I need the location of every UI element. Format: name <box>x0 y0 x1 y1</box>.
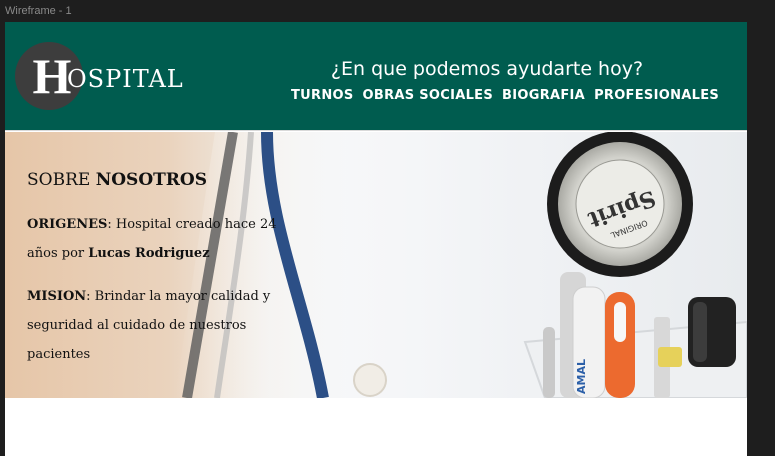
about-title-light: SOBRE <box>27 170 96 190</box>
site-header: H OSPITAL ¿En que podemos ayudarte hoy? … <box>5 22 747 131</box>
about-section: SOBRE NOSOTROS ORIGENES: Hospital creado… <box>27 170 287 383</box>
founder-name: Lucas Rodriguez <box>88 246 210 261</box>
frame-label: Wireframe - 1 <box>5 5 72 17</box>
about-title-bold: NOSOTROS <box>95 170 207 190</box>
origins-label: ORIGENES <box>27 217 108 232</box>
nav-item-turnos[interactable]: TURNOS <box>291 88 354 103</box>
hero-banner: Spirit ORIGINAL AMAL SOBRE NOSOTROS ORIG… <box>5 132 747 398</box>
help-heading: ¿En que podemos ayudarte hoy? <box>330 58 644 80</box>
wireframe-canvas: H OSPITAL ¿En que podemos ayudarte hoy? … <box>5 22 747 456</box>
logo-text: OSPITAL <box>67 65 184 93</box>
nav-item-obras-sociales[interactable]: OBRAS SOCIALES <box>363 88 494 103</box>
logo-initial: H <box>32 48 72 104</box>
mission-label: MISION <box>27 289 87 304</box>
about-title: SOBRE NOSOTROS <box>27 170 287 190</box>
pen-print: AMAL <box>575 359 588 394</box>
nav-item-profesionales[interactable]: PROFESIONALES <box>594 88 719 103</box>
hospital-logo[interactable]: H OSPITAL <box>15 42 184 110</box>
mission-paragraph: MISION: Brindar la mayor calidad y segur… <box>27 282 287 369</box>
nav-item-biografia[interactable]: BIOGRAFIA <box>502 88 585 103</box>
origins-paragraph: ORIGENES: Hospital creado hace 24 años p… <box>27 210 287 268</box>
main-nav: TURNOS OBRAS SOCIALES BIOGRAFIA PROFESIO… <box>291 88 719 103</box>
